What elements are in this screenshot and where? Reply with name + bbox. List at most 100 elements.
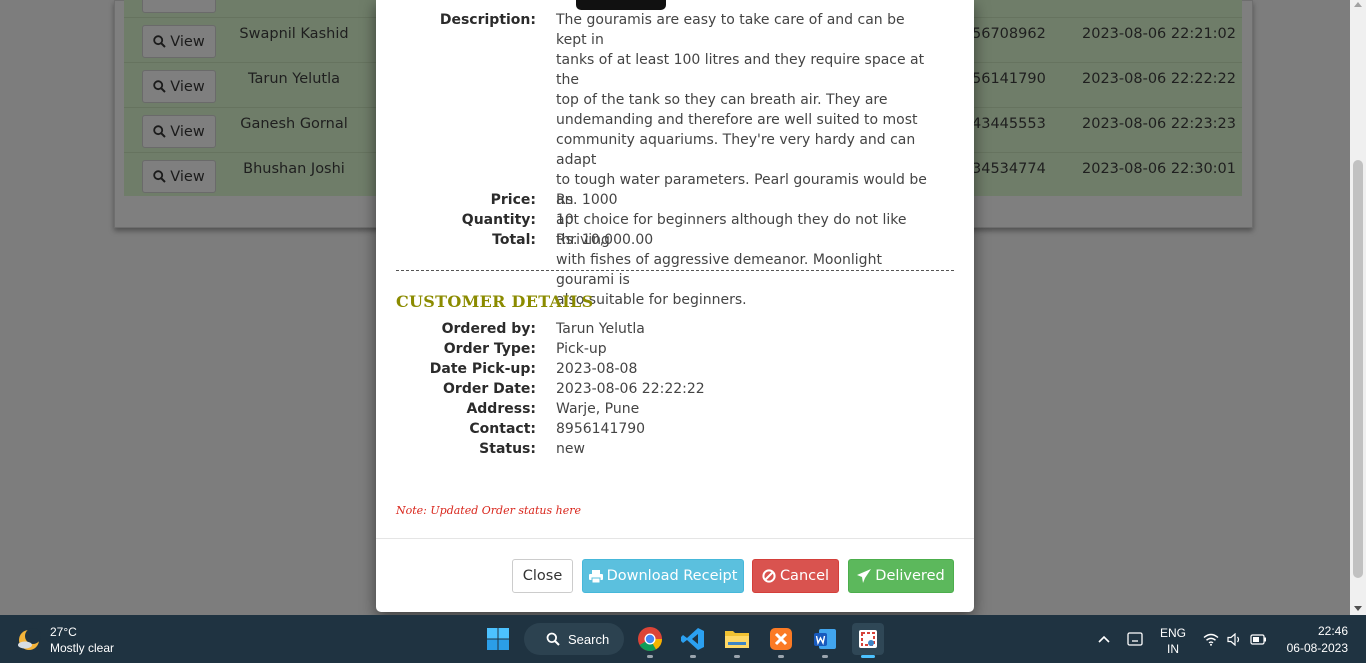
- wifi-icon: [1203, 633, 1219, 646]
- view-label: View: [170, 123, 205, 140]
- product-image: [576, 0, 666, 10]
- clock[interactable]: 22:46 06-08-2023: [1280, 623, 1348, 657]
- customer-name: Swapnil Kashid: [239, 26, 349, 42]
- moon-icon: [18, 628, 41, 650]
- order-type-value: Pick-up: [556, 341, 607, 357]
- order-type-label: Order Type:: [443, 341, 536, 357]
- price-value: Rs. 1000: [556, 192, 618, 208]
- vscode-taskbar-icon[interactable]: [677, 623, 709, 658]
- scrollbar-thumb[interactable]: [1353, 160, 1363, 578]
- snipping-tool-taskbar-icon[interactable]: [852, 623, 884, 658]
- order-type-row: Order Type: Pick-up: [376, 339, 974, 359]
- description-value: The gouramis are easy to take care of an…: [556, 10, 936, 310]
- view-button[interactable]: View: [142, 160, 216, 193]
- customer-contact: 56141790: [972, 71, 1046, 87]
- order-date-label: Order Date:: [443, 381, 536, 397]
- modal-body: Description: The gouramis are easy to ta…: [376, 0, 974, 538]
- chevron-up-icon: [1098, 635, 1110, 643]
- chrome-taskbar-icon[interactable]: [634, 623, 666, 658]
- running-indicator: [822, 655, 828, 658]
- description-line: The gouramis are easy to take care of an…: [556, 12, 905, 48]
- customer-contact: 43445553: [972, 116, 1046, 132]
- date-pickup-label: Date Pick-up:: [429, 361, 536, 377]
- view-button[interactable]: View: [142, 25, 216, 58]
- cancel-label: Cancel: [779, 568, 830, 584]
- customer-contact: 34534774: [972, 161, 1046, 177]
- touch-keyboard-button[interactable]: [1120, 623, 1150, 655]
- description-line: also suitable for beginners.: [556, 292, 747, 308]
- tablet-icon: [1127, 632, 1143, 646]
- total-value: Rs. 10,000.00: [556, 232, 654, 248]
- description-row: Description: The gouramis are easy to ta…: [376, 10, 974, 310]
- order-date: 2023-08-06 22:23:23: [1082, 116, 1236, 132]
- date-pickup-row: Date Pick-up: 2023-08-08: [376, 359, 974, 379]
- date-pickup-value: 2023-08-08: [556, 361, 638, 377]
- search-label: Search: [568, 631, 610, 647]
- ban-icon: [762, 569, 776, 583]
- search-icon: [546, 632, 560, 646]
- order-date: 2023-08-06 22:22:22: [1082, 71, 1236, 87]
- total-row: Total: Rs. 10,000.00: [376, 230, 974, 250]
- print-icon: [588, 569, 603, 583]
- customer-name: Tarun Yelutla: [248, 71, 340, 87]
- address-label: Address:: [466, 401, 536, 417]
- description-label: Description:: [439, 12, 536, 28]
- chrome-icon: [638, 627, 662, 652]
- language-indicator[interactable]: ENG IN: [1160, 625, 1186, 657]
- clock-date: 06-08-2023: [1286, 641, 1348, 655]
- order-date: 2023-08-06 22:30:01: [1082, 161, 1236, 177]
- download-receipt-button[interactable]: Download Receipt: [582, 559, 744, 593]
- clock-time: 22:46: [1317, 624, 1348, 638]
- delivered-button[interactable]: Delivered: [848, 559, 954, 593]
- xampp-icon: [770, 628, 792, 650]
- view-button[interactable]: [142, 0, 216, 13]
- scroll-up-arrow-icon[interactable]: [1354, 2, 1362, 7]
- customer-contact: 56708962: [972, 26, 1046, 42]
- order-details-modal: Description: The gouramis are easy to ta…: [376, 0, 974, 612]
- word-icon: [814, 629, 836, 649]
- taskbar: 27°C Mostly clear Search ENG IN 22:46 06…: [0, 615, 1366, 663]
- snipping-tool-icon: [859, 630, 877, 648]
- page-scrollbar[interactable]: [1350, 0, 1366, 615]
- ordered-by-row: Ordered by: Tarun Yelutla: [376, 319, 974, 339]
- order-date-row: Order Date: 2023-08-06 22:22:22: [376, 379, 974, 399]
- description-line: top of the tank so they can breath air. …: [556, 92, 888, 108]
- view-button[interactable]: View: [142, 115, 216, 148]
- order-date: 2023-08-06 22:21:02: [1082, 26, 1236, 42]
- show-hidden-icons-button[interactable]: [1088, 623, 1120, 655]
- quantity-row: Quantity: 10: [376, 210, 974, 230]
- price-label: Price:: [490, 192, 536, 208]
- contact-row: Contact: 8956141790: [376, 419, 974, 439]
- weather-widget[interactable]: 27°C Mostly clear: [16, 624, 114, 656]
- taskbar-search[interactable]: Search: [524, 623, 624, 655]
- scroll-down-arrow-icon[interactable]: [1354, 606, 1362, 611]
- start-button[interactable]: [482, 623, 514, 655]
- cancel-order-button[interactable]: Cancel: [752, 559, 839, 593]
- language-code: ENG: [1160, 626, 1187, 640]
- word-taskbar-icon[interactable]: [809, 623, 841, 658]
- price-row: Price: Rs. 1000: [376, 190, 974, 210]
- customer-details-title: CUSTOMER DETAILS: [396, 292, 594, 311]
- view-label: View: [170, 33, 205, 50]
- language-region: IN: [1167, 642, 1179, 656]
- close-label: Close: [522, 568, 563, 584]
- close-button[interactable]: Close: [512, 559, 573, 593]
- file-explorer-taskbar-icon[interactable]: [721, 623, 753, 658]
- view-button[interactable]: View: [142, 70, 216, 103]
- xampp-taskbar-icon[interactable]: [765, 623, 797, 658]
- status-note: Note: Updated Order status here: [396, 504, 581, 517]
- description-line: undemanding and therefore are well suite…: [556, 112, 918, 128]
- contact-label: Contact:: [469, 421, 536, 437]
- paper-plane-icon: [857, 569, 872, 583]
- search-icon: [153, 125, 166, 138]
- vscode-icon: [681, 628, 704, 650]
- total-label: Total:: [492, 232, 536, 248]
- running-indicator: [690, 655, 696, 658]
- folder-icon: [725, 631, 749, 648]
- battery-icon: [1250, 633, 1266, 645]
- quick-settings-button[interactable]: [1200, 623, 1270, 655]
- volume-icon: [1227, 632, 1240, 646]
- search-icon: [153, 170, 166, 183]
- section-divider: [396, 270, 954, 271]
- view-label: View: [170, 78, 205, 95]
